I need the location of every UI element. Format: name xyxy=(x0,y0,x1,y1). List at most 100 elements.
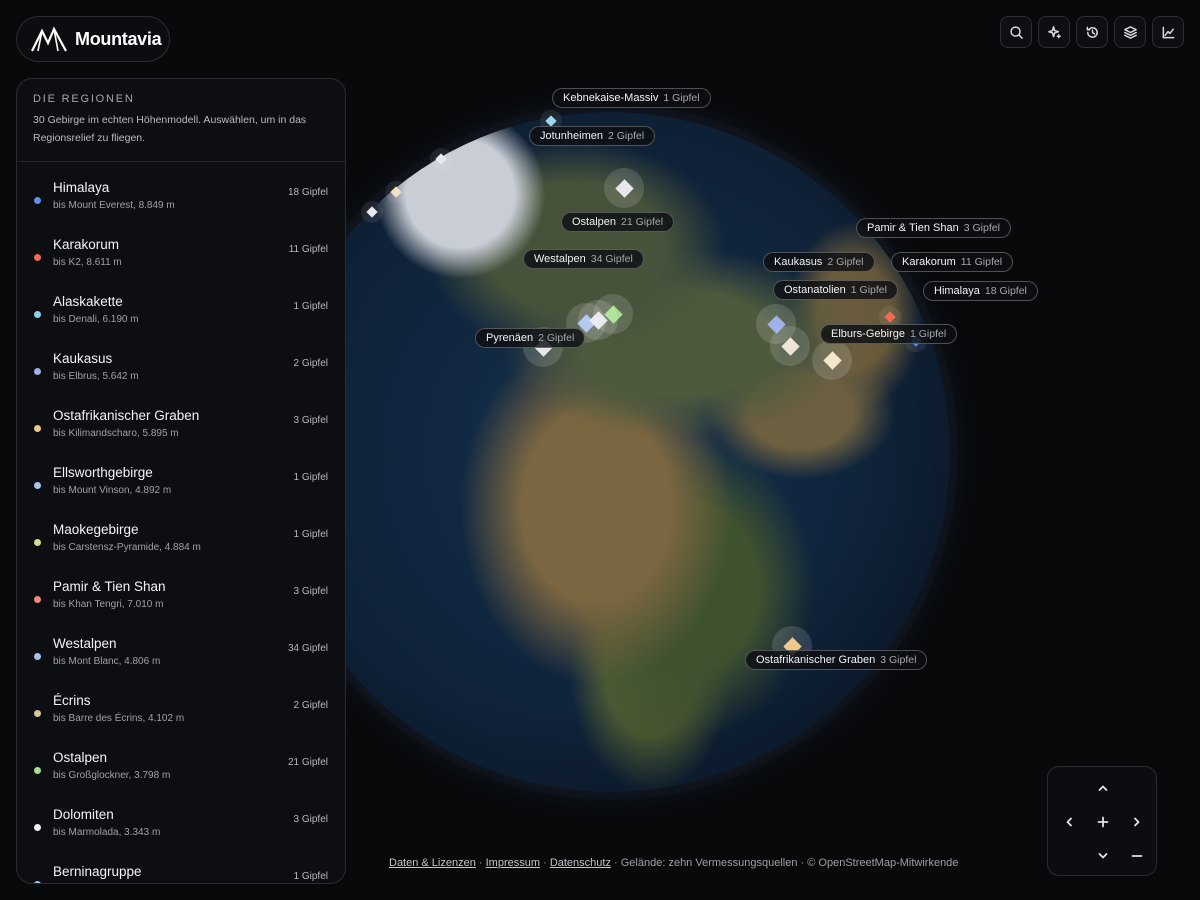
chevron-left-icon xyxy=(1066,817,1072,827)
map-marker[interactable] xyxy=(812,340,852,380)
region-item[interactable]: Écrins bis Barre des Écrins, 4.102 m 2 Gip… xyxy=(17,681,345,738)
region-peak-count: 11 Gipfel xyxy=(288,244,328,255)
region-item[interactable]: Ostafrikanischer Graben bis Kilimandschar… xyxy=(17,396,345,453)
zoom-in-button[interactable] xyxy=(1090,809,1116,835)
region-highest-peak: bis Großglockner, 3.798 m xyxy=(53,770,171,781)
map-marker[interactable] xyxy=(770,326,810,366)
plus-icon xyxy=(1097,816,1109,828)
region-peak-count: 1 Gipfel xyxy=(293,529,328,540)
region-peak-count: 34 Gipfel xyxy=(287,643,328,654)
region-color-dot xyxy=(34,368,41,375)
history-icon xyxy=(1086,26,1098,38)
pan-left-button[interactable] xyxy=(1056,809,1082,835)
map-marker[interactable] xyxy=(385,181,407,203)
layers-button[interactable] xyxy=(1114,16,1146,48)
region-peak-count: 2 Gipfel xyxy=(293,700,328,711)
region-peak-count: 1 Gipfel xyxy=(293,301,328,312)
pan-right-button[interactable] xyxy=(1124,809,1150,835)
region-name: Kaukasus xyxy=(53,351,113,366)
history-button[interactable] xyxy=(1076,16,1108,48)
region-color-dot xyxy=(34,881,41,883)
region-peak-count: 21 Gipfel xyxy=(287,757,328,768)
region-list: Himalaya bis Mount Everest, 8.849 m 18 Gip… xyxy=(17,162,345,883)
map-label[interactable]: Kaukasus 2 Gipfel xyxy=(763,252,875,272)
region-color-dot xyxy=(34,425,41,432)
region-highest-peak: bis Marmolada, 3.343 m xyxy=(53,827,161,838)
chevron-up-icon xyxy=(1098,785,1108,791)
region-color-dot xyxy=(34,767,41,774)
zoom-out-button[interactable] xyxy=(1124,843,1150,869)
link-privacy[interactable]: Datenschutz xyxy=(550,857,611,869)
region-item[interactable]: Karakorum bis K2, 8.611 m 11 Gipfel xyxy=(17,225,345,282)
map-label[interactable]: Westalpen 34 Gipfel xyxy=(523,249,644,269)
map-label[interactable]: Ostanatolien 1 Gipfel xyxy=(773,280,898,300)
map-label[interactable]: Kebnekaise-Massiv 1 Gipfel xyxy=(552,88,711,108)
region-name: Pamir & Tien Shan xyxy=(53,579,166,594)
region-item[interactable]: Dolomiten bis Marmolada, 3.343 m 3 Gipfel xyxy=(17,795,345,852)
region-name: Ellsworthgebirge xyxy=(53,465,153,480)
panel-header: Die Regionen 30 Gebirge im echten Höhenm… xyxy=(17,79,345,162)
brand-name: Mountavia xyxy=(75,28,162,49)
region-peak-count: 2 Gipfel xyxy=(293,358,328,369)
region-color-dot xyxy=(34,710,41,717)
link-data-licenses[interactable]: Daten & Lizenzen xyxy=(389,857,476,869)
map-label[interactable]: Karakorum 11 Gipfel xyxy=(891,252,1014,272)
region-item[interactable]: Berninagruppe 1 Gipfel xyxy=(17,852,345,883)
region-peak-count: 1 Gipfel xyxy=(293,472,328,483)
region-item[interactable]: Himalaya bis Mount Everest, 8.849 m 18 Gip… xyxy=(17,168,345,225)
stats-button[interactable] xyxy=(1152,16,1184,48)
region-peak-count: 3 Gipfel xyxy=(293,415,328,426)
map-marker[interactable] xyxy=(361,201,383,223)
region-item[interactable]: Ostalpen bis Großglockner, 3.798 m 21 Gipf… xyxy=(17,738,345,795)
region-name: Dolomiten xyxy=(53,807,114,822)
region-highest-peak: bis Elbrus, 5.642 m xyxy=(53,371,139,382)
link-imprint[interactable]: Impressum xyxy=(486,857,540,869)
panel-title: Die Regionen xyxy=(33,93,135,105)
region-item[interactable]: Alaskakette bis Denali, 6.190 m 1 Gipfel xyxy=(17,282,345,339)
region-highest-peak: bis Mount Everest, 8.849 m xyxy=(53,200,175,211)
search-button[interactable] xyxy=(1000,16,1032,48)
map-marker[interactable] xyxy=(604,168,644,208)
region-item[interactable]: Maokegebirge bis Carstensz-Pyramide, 4.88… xyxy=(17,510,345,567)
region-color-dot xyxy=(34,596,41,603)
region-highest-peak: bis Khan Tengri, 7.010 m xyxy=(53,599,164,610)
region-highest-peak: bis Mount Vinson, 4.892 m xyxy=(53,485,172,496)
map-label[interactable]: Elburs-Gebirge 1 Gipfel xyxy=(820,324,958,344)
region-name: Karakorum xyxy=(53,237,120,252)
region-peak-count: 3 Gipfel xyxy=(293,814,328,825)
region-highest-peak: bis K2, 8.611 m xyxy=(53,257,122,268)
navigation-pad xyxy=(1047,766,1157,876)
region-item[interactable]: Kaukasus bis Elbrus, 5.642 m 2 Gipfel xyxy=(17,339,345,396)
region-color-dot xyxy=(34,254,41,261)
region-color-dot xyxy=(34,824,41,831)
map-label[interactable]: Himalaya 18 Gipfel xyxy=(923,281,1038,301)
region-peak-count: 18 Gipfel xyxy=(287,187,328,198)
map-label[interactable]: Ostalpen 21 Gipfel xyxy=(561,212,675,232)
region-peak-count: 3 Gipfel xyxy=(293,586,328,597)
regions-panel: Die Regionen 30 Gebirge im echten Höhenm… xyxy=(16,78,346,884)
minus-icon xyxy=(1131,855,1143,857)
brand-logo[interactable]: Mountavia xyxy=(16,16,170,62)
region-name: Berninagruppe xyxy=(53,864,142,879)
chevron-down-icon xyxy=(1098,853,1108,859)
map-marker[interactable] xyxy=(430,148,452,170)
sparkle-button[interactable] xyxy=(1038,16,1070,48)
region-name: Écrins xyxy=(53,693,91,708)
footer-text: · Gelände: zehn Vermessungsquellen · © O… xyxy=(614,857,959,869)
map-label[interactable]: Pyrenäen 2 Gipfel xyxy=(475,328,586,348)
chevron-right-icon xyxy=(1134,817,1140,827)
region-item[interactable]: Ellsworthgebirge bis Mount Vinson, 4.892 … xyxy=(17,453,345,510)
region-item[interactable]: Pamir & Tien Shan bis Khan Tengri, 7.010 … xyxy=(17,567,345,624)
region-highest-peak: bis Mont Blanc, 4.806 m xyxy=(53,656,161,667)
panel-subtitle: 30 Gebirge im echten Höhenmodell. Auswäh… xyxy=(33,114,307,144)
map-label[interactable]: Pamir & Tien Shan 3 Gipfel xyxy=(856,218,1011,238)
region-item[interactable]: Westalpen bis Mont Blanc, 4.806 m 34 Gipfe… xyxy=(17,624,345,681)
region-color-dot xyxy=(34,539,41,546)
layers-icon xyxy=(1123,25,1137,39)
map-label[interactable]: Ostafrikanischer Graben 3 Gipfel xyxy=(745,650,928,670)
pan-up-button[interactable] xyxy=(1090,775,1116,801)
toolbar xyxy=(1000,16,1184,48)
pan-down-button[interactable] xyxy=(1090,843,1116,869)
map-label[interactable]: Jotunheimen 2 Gipfel xyxy=(529,126,656,146)
region-highest-peak: bis Barre des Écrins, 4.102 m xyxy=(53,713,185,724)
